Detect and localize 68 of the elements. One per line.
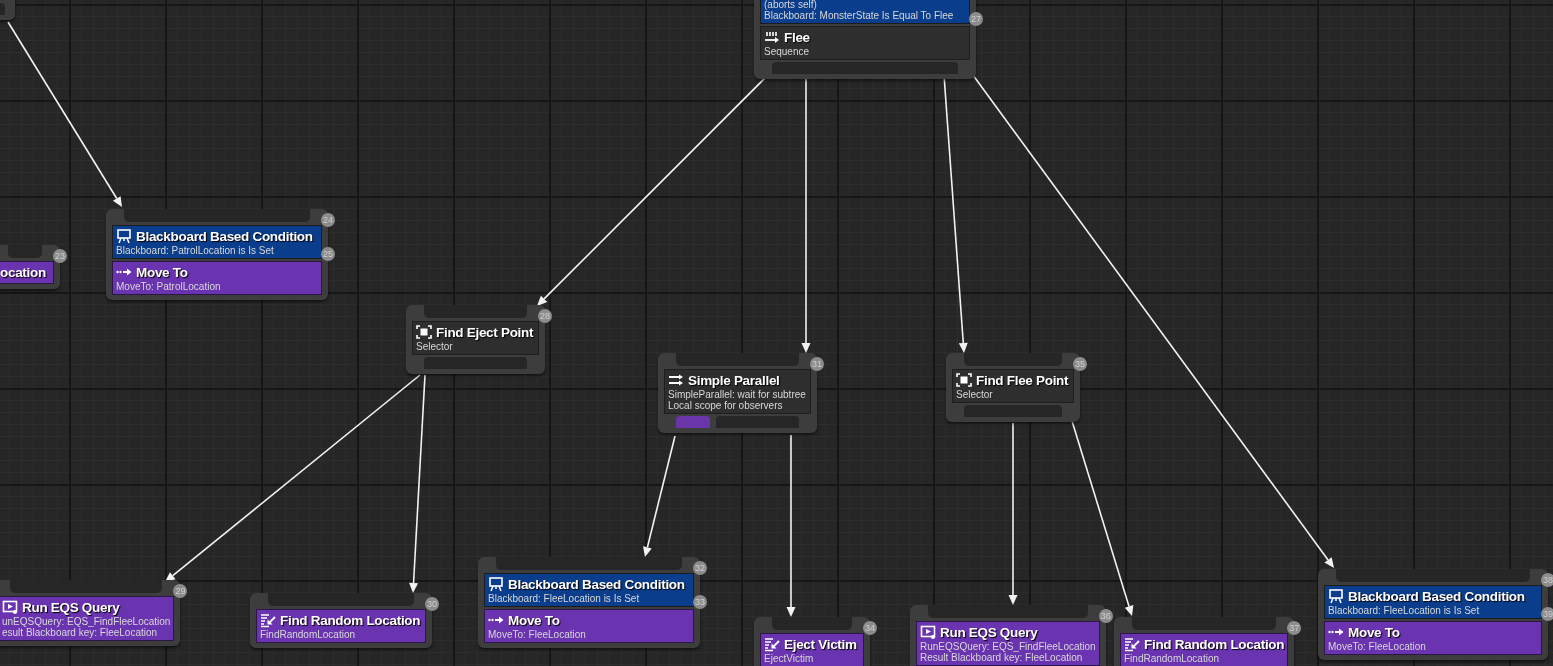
node-detail: Blackboard: PatrolLocation is Is Set <box>116 245 275 256</box>
node-detail: Local scope for observers <box>668 400 784 411</box>
order-badge: 35 <box>1073 357 1087 371</box>
node-detail: esult Blackboard key: FleeLocation <box>2 627 159 638</box>
order-badge: 29 <box>173 584 188 598</box>
task-row[interactable]: Move To MoveTo: PatrolLocation <box>112 261 322 295</box>
node-detail: Sequence <box>764 46 811 57</box>
task-row[interactable]: Move To MoveTo: FleeLocation <box>484 609 694 643</box>
node-detail: RunEQSQuery: EQS_FindFleeLocation <box>920 641 1096 652</box>
node-detail: Blackboard: FleeLocation is Is Set <box>1328 605 1481 616</box>
node-detail: Selector <box>416 341 454 352</box>
node-title: Blackboard Based Condition <box>508 576 685 592</box>
node-detail: SimpleParallel: wait for subtree <box>668 389 807 400</box>
task-row[interactable]: Eject Victim EjectVictim <box>760 633 864 666</box>
decorator-row[interactable]: Blackboard Based Condition Blackboard: PatrolLocation is Is Set <box>112 225 322 259</box>
composite-row[interactable]: Simple Parallel SimpleParallel: wait for subtree Local scope for observers <box>664 369 811 414</box>
node-title: Flee <box>784 29 810 45</box>
node-title: Run EQS Query <box>22 599 120 615</box>
decorator-row[interactable]: Blackboard Based Condition Blackboard: FleeLocation is Is Set <box>484 573 694 607</box>
node-title: Move To <box>136 264 188 280</box>
node-detail: FindRandomLocation <box>1124 653 1221 664</box>
node-detail: unEQSQuery: EQS_FindFleeLocation <box>2 616 171 627</box>
node-detail: Blackboard: FleeLocation is Is Set <box>488 593 641 604</box>
node-title: Find Flee Point <box>976 372 1069 388</box>
node-detail: FindRandomLocation <box>260 629 357 640</box>
node-detail: MoveTo: FleeLocation <box>1328 641 1427 652</box>
node-detail: MoveTo: FleeLocation <box>488 629 587 640</box>
node-title: Eject Victim <box>784 636 857 652</box>
order-badge: 28 <box>538 309 552 323</box>
node-title: Blackboard Based Condition <box>136 228 313 244</box>
node-title: Simple Parallel <box>688 372 780 388</box>
node-title: Find Eject Point <box>436 324 534 340</box>
node-title: Move To <box>508 612 560 628</box>
order-badge: 37 <box>1287 621 1302 635</box>
order-badge: 25 <box>321 247 335 261</box>
composite-row[interactable]: Flee Sequence <box>760 26 970 60</box>
order-badge: 23 <box>53 249 67 263</box>
task-row[interactable]: Find Random Location FindRandomLocation <box>1120 633 1289 666</box>
node-title: Find Random Location <box>280 612 421 628</box>
node-title: Run EQS Query <box>940 624 1038 640</box>
order-badge: 30 <box>425 597 439 611</box>
composite-row[interactable]: Find Flee Point Selector <box>952 369 1074 403</box>
task-row[interactable]: Run EQS Query unEQSQuery: EQS_FindFleeLocation esult Blackboard key: FleeLocation <box>0 596 175 641</box>
order-badge: 31 <box>810 357 824 371</box>
order-badge: 34 <box>863 621 877 635</box>
order-badge: 39 <box>1541 607 1553 621</box>
order-badge: 27 <box>969 12 983 26</box>
node-detail: Blackboard: MonsterState Is Equal To Flee <box>764 10 955 21</box>
node-title: Find Random Location <box>1144 636 1285 652</box>
decorator-row[interactable]: (aborts self) Blackboard: MonsterState Is Equal To Flee <box>760 0 970 24</box>
node-title: ocation <box>0 264 46 280</box>
task-row[interactable]: Run EQS Query RunEQSQuery: EQS_FindFleeLocation Result Blackboard key: FleeLocation <box>916 621 1100 666</box>
node-detail: MoveTo: PatrolLocation <box>116 281 222 292</box>
task-row[interactable]: ocation <box>0 261 54 284</box>
task-row[interactable]: Find Random Location FindRandomLocation <box>256 609 426 643</box>
node-detail: (aborts self) <box>764 0 818 10</box>
decorator-row[interactable]: Blackboard Based Condition Blackboard: FleeLocation is Is Set <box>1324 585 1542 619</box>
order-badge: 38 <box>1541 573 1553 587</box>
node-title: Move To <box>1348 624 1400 640</box>
order-badge: 33 <box>693 595 707 609</box>
node-title: Blackboard Based Condition <box>1348 588 1525 604</box>
node-detail: Selector <box>956 389 994 400</box>
node-detail: EjectVictim <box>764 653 815 664</box>
order-badge: 24 <box>321 213 335 227</box>
task-row[interactable]: Move To MoveTo: FleeLocation <box>1324 621 1542 655</box>
node-detail: Result Blackboard key: FleeLocation <box>920 652 1084 663</box>
order-badge: 32 <box>693 561 707 575</box>
composite-row[interactable]: Find Eject Point Selector <box>412 321 539 355</box>
